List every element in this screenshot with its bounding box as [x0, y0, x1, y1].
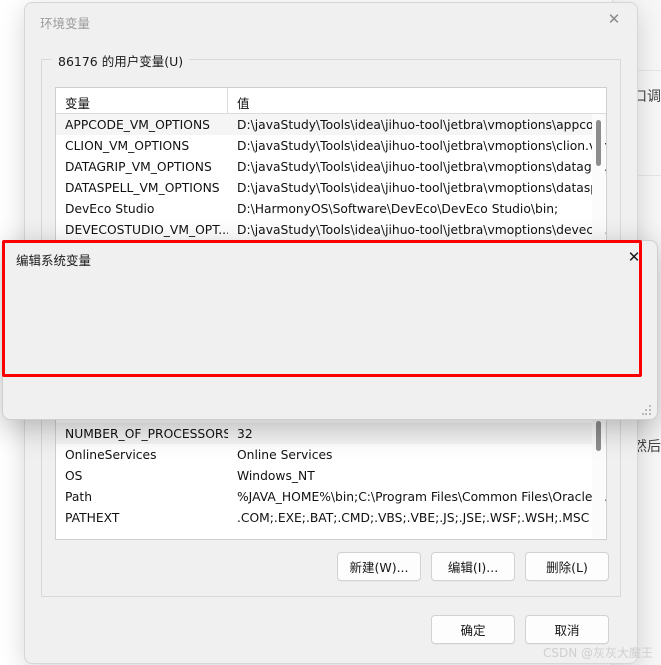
- table-scrollbar[interactable]: [592, 417, 605, 538]
- cell-variable: PATHEXT: [65, 510, 120, 525]
- watermark: CSDN @灰灰大魔王: [542, 646, 653, 660]
- window-ok-button[interactable]: 确定: [431, 615, 515, 644]
- table-row[interactable]: NUMBER_OF_PROCESSORS 32: [56, 423, 606, 444]
- dialog-titlebar: 编辑系统变量 ✕: [3, 241, 657, 275]
- cell-value: Windows_NT: [237, 468, 315, 483]
- cell-variable: OS: [65, 468, 83, 483]
- cell-variable: CLION_VM_OPTIONS: [65, 138, 190, 153]
- cell-value: D:\javaStudy\Tools\idea\jihuo-tool\jetbr…: [237, 180, 606, 195]
- user-variables-table[interactable]: 变量 值 APPCODE_VM_OPTIONS D:\javaStudy\Too…: [55, 87, 607, 241]
- table-header-row: 变量 值: [56, 88, 606, 114]
- table-row[interactable]: DATAGRIP_VM_OPTIONS D:\javaStudy\Tools\i…: [56, 156, 606, 177]
- cell-variable: Path: [65, 489, 93, 504]
- cell-variable: DevEco Studio: [65, 201, 155, 216]
- table-row[interactable]: APPCODE_VM_OPTIONS D:\javaStudy\Tools\id…: [56, 114, 606, 135]
- scrollbar-thumb[interactable]: [596, 120, 601, 166]
- column-header-value[interactable]: 值: [228, 88, 606, 113]
- cell-value: %JAVA_HOME%\bin;C:\Program Files\Common …: [237, 489, 606, 504]
- cell-variable: OnlineServices: [65, 447, 157, 462]
- cell-value: D:\javaStudy\Tools\idea\jihuo-tool\jetbr…: [237, 117, 606, 132]
- system-variables-rows: NUMBER_OF_PROCESSORS 32 OnlineServices O…: [56, 416, 606, 528]
- cell-variable: APPCODE_VM_OPTIONS: [65, 117, 210, 132]
- edit-system-variable-dialog: 编辑系统变量 ✕ 变量名(N): MYSQL_HOME 变量值(V): C:\P…: [2, 240, 658, 420]
- table-scrollbar[interactable]: [592, 114, 605, 239]
- cell-value: .COM;.EXE;.BAT;.CMD;.VBS;.VBE;.JS;.JSE;.…: [237, 510, 590, 525]
- cell-value: D:\javaStudy\Tools\idea\jihuo-tool\jetbr…: [237, 222, 606, 237]
- dialog-title: 编辑系统变量: [16, 253, 92, 268]
- cell-variable: DATASPELL_VM_OPTIONS: [65, 180, 220, 195]
- system-variables-table[interactable]: NUMBER_OF_PROCESSORS 32 OnlineServices O…: [55, 415, 607, 540]
- resize-grip-icon[interactable]: [642, 405, 652, 415]
- edit-variable-button[interactable]: 编辑(I)...: [431, 552, 515, 581]
- delete-variable-button[interactable]: 删除(L): [525, 552, 609, 581]
- cell-variable: DEVECOSTUDIO_VM_OPT...: [65, 222, 228, 237]
- table-row[interactable]: PATHEXT .COM;.EXE;.BAT;.CMD;.VBS;.VBE;.J…: [56, 507, 606, 528]
- user-variables-rows: APPCODE_VM_OPTIONS D:\javaStudy\Tools\id…: [56, 114, 606, 240]
- user-variables-legend: 86176 的用户变量(U): [52, 51, 190, 70]
- column-header-variable[interactable]: 变量: [56, 88, 228, 113]
- table-row[interactable]: OnlineServices Online Services: [56, 444, 606, 465]
- cell-value: D:\HarmonyOS\Software\DevEco\DevEco Stud…: [237, 201, 559, 216]
- cell-variable: NUMBER_OF_PROCESSORS: [65, 426, 228, 441]
- cell-value: D:\javaStudy\Tools\idea\jihuo-tool\jetbr…: [237, 138, 606, 153]
- close-icon[interactable]: ✕: [591, 3, 637, 35]
- cell-value: Online Services: [237, 447, 333, 462]
- table-row[interactable]: Path %JAVA_HOME%\bin;C:\Program Files\Co…: [56, 486, 606, 507]
- table-row[interactable]: DATASPELL_VM_OPTIONS D:\javaStudy\Tools\…: [56, 177, 606, 198]
- close-icon[interactable]: ✕: [617, 244, 651, 270]
- window-cancel-button[interactable]: 取消: [525, 615, 609, 644]
- table-row[interactable]: OS Windows_NT: [56, 465, 606, 486]
- new-variable-button[interactable]: 新建(W)...: [337, 552, 421, 581]
- window-title: 环境变量: [40, 16, 91, 31]
- table-row[interactable]: DevEco Studio D:\HarmonyOS\Software\DevE…: [56, 198, 606, 219]
- cell-value: D:\javaStudy\Tools\idea\jihuo-tool\jetbr…: [237, 159, 606, 174]
- scrollbar-thumb[interactable]: [596, 421, 601, 451]
- table-row[interactable]: CLION_VM_OPTIONS D:\javaStudy\Tools\idea…: [56, 135, 606, 156]
- cell-variable: DATAGRIP_VM_OPTIONS: [65, 159, 212, 174]
- cell-value: 32: [237, 426, 253, 441]
- table-row[interactable]: DEVECOSTUDIO_VM_OPT... D:\javaStudy\Tool…: [56, 219, 606, 240]
- window-titlebar: 环境变量 ✕: [25, 3, 637, 39]
